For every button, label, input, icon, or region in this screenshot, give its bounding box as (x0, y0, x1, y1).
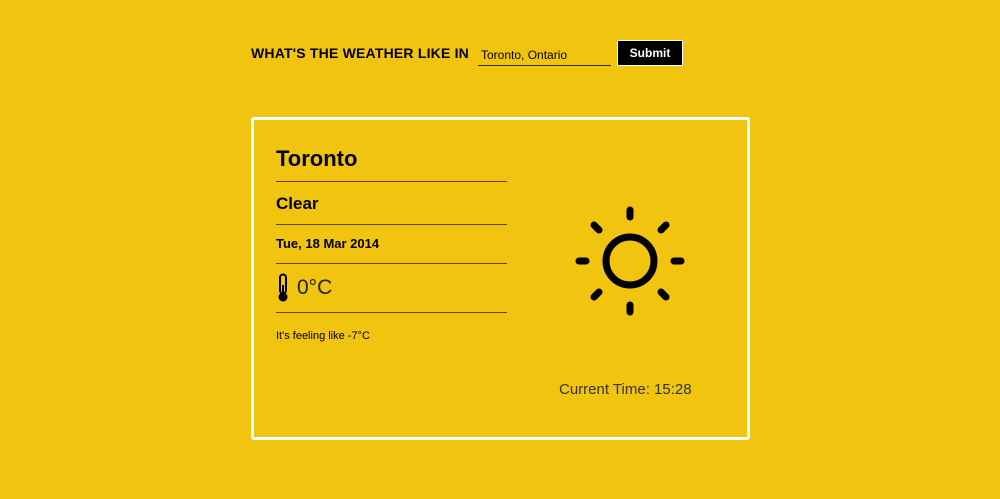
temperature-row: 0°C (276, 264, 507, 313)
temperature: 0°C (297, 276, 333, 299)
city-name: Toronto (276, 146, 507, 182)
search-label: WHAT'S THE WEATHER LIKE IN (251, 45, 469, 61)
sun-icon (575, 206, 685, 316)
weather-condition: Clear (276, 182, 507, 225)
current-time: Current Time: 15:28 (559, 381, 692, 398)
search-bar: WHAT'S THE WEATHER LIKE IN Submit (251, 40, 683, 66)
weather-card: Toronto Clear Tue, 18 Mar 2014 0°C It's … (251, 117, 750, 440)
weather-page: WHAT'S THE WEATHER LIKE IN Submit Toront… (0, 0, 1000, 499)
weather-info: Toronto Clear Tue, 18 Mar 2014 0°C It's … (276, 120, 507, 342)
city-input[interactable] (478, 44, 611, 66)
thermometer-icon (278, 273, 288, 302)
submit-button[interactable]: Submit (617, 40, 683, 66)
weather-date: Tue, 18 Mar 2014 (276, 225, 507, 264)
feels-like: It's feeling like -7°C (276, 330, 370, 342)
